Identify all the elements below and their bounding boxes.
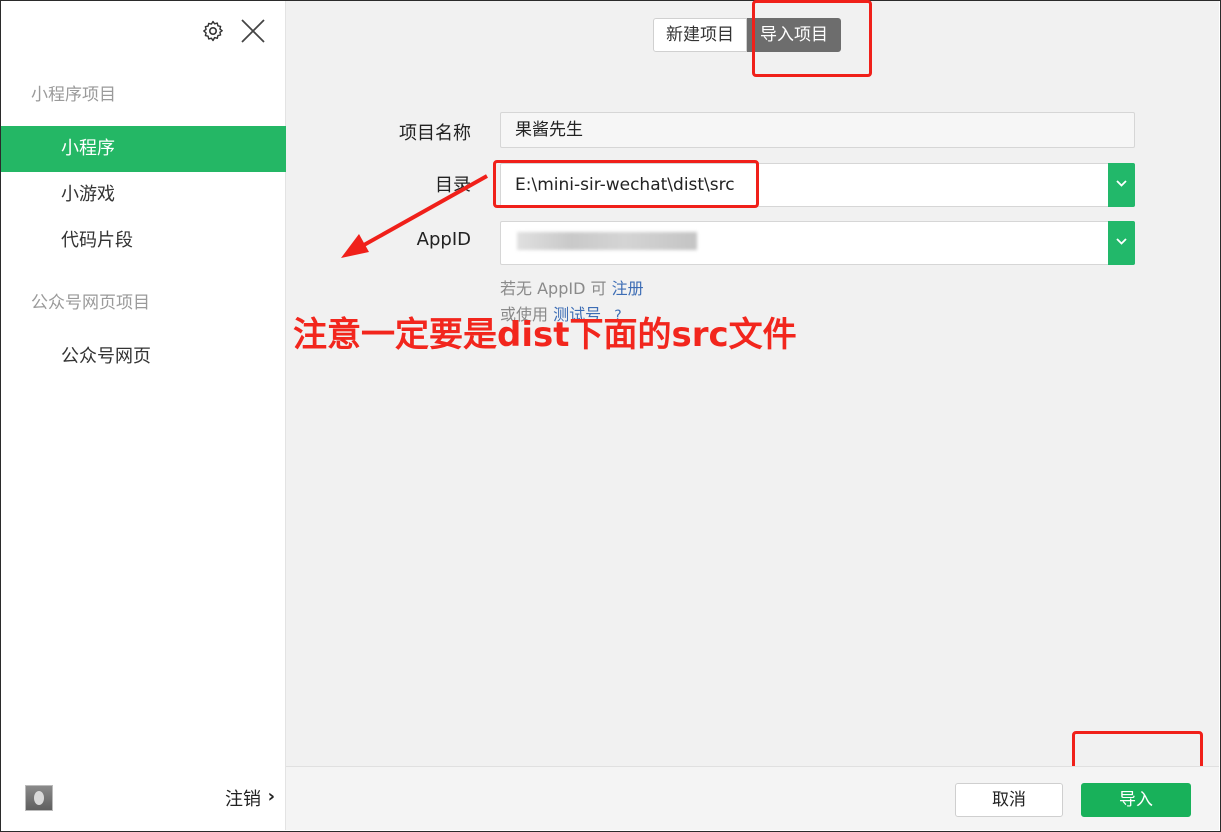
avatar[interactable]	[25, 785, 53, 811]
register-link[interactable]: 注册	[612, 279, 644, 298]
chevron-down-icon	[1116, 180, 1127, 187]
section-title-miniprogram: 小程序项目	[31, 85, 116, 105]
sidebar-item-miniprogram[interactable]: 小程序	[1, 126, 286, 172]
user-row: 注销 ›	[25, 785, 275, 813]
directory-dropdown-button[interactable]	[1108, 163, 1135, 207]
sidebar-item-official-webpage[interactable]: 公众号网页	[1, 334, 286, 380]
sidebar: 小程序项目 小程序 小游戏 代码片段 公众号网页项目 公众号网页 注销 ›	[1, 1, 286, 830]
hint-register-text: 若无 AppID 可	[500, 279, 607, 298]
hint-register: 若无 AppID 可 注册	[500, 275, 644, 299]
appid-redacted	[517, 232, 697, 250]
gear-icon[interactable]	[201, 19, 225, 43]
tab-import-project[interactable]: 导入项目	[747, 18, 841, 52]
footer-bar: 取消 导入	[286, 766, 1219, 830]
directory-field[interactable]: E:\mini-sir-wechat\dist\src	[500, 163, 1135, 207]
directory-value: E:\mini-sir-wechat\dist\src	[515, 175, 735, 195]
logout-button[interactable]: 注销	[225, 785, 261, 811]
project-mode-tabs: 新建项目 导入项目	[653, 18, 841, 52]
chevron-right-icon: ›	[267, 786, 275, 807]
annotation-text: 注意一定要是dist下面的src文件	[293, 315, 797, 355]
cancel-button[interactable]: 取消	[955, 783, 1063, 817]
sidebar-item-code-snippet[interactable]: 代码片段	[1, 218, 286, 264]
project-name-input[interactable]: 果酱先生	[500, 112, 1135, 148]
project-name-label: 项目名称	[399, 123, 471, 144]
sidebar-item-minigame[interactable]: 小游戏	[1, 172, 286, 218]
tab-new-project[interactable]: 新建项目	[653, 18, 747, 52]
chevron-down-icon	[1116, 238, 1127, 245]
close-icon[interactable]	[239, 17, 267, 45]
annotation-arrow	[341, 174, 488, 258]
section-title-official: 公众号网页项目	[31, 293, 150, 313]
sidebar-top-icons	[201, 17, 271, 47]
appid-dropdown-button[interactable]	[1108, 221, 1135, 265]
import-button[interactable]: 导入	[1081, 783, 1191, 817]
main-panel: 新建项目 导入项目 项目名称 果酱先生 目录 E:\mini-sir-wecha…	[286, 1, 1219, 830]
appid-field[interactable]	[500, 221, 1135, 265]
